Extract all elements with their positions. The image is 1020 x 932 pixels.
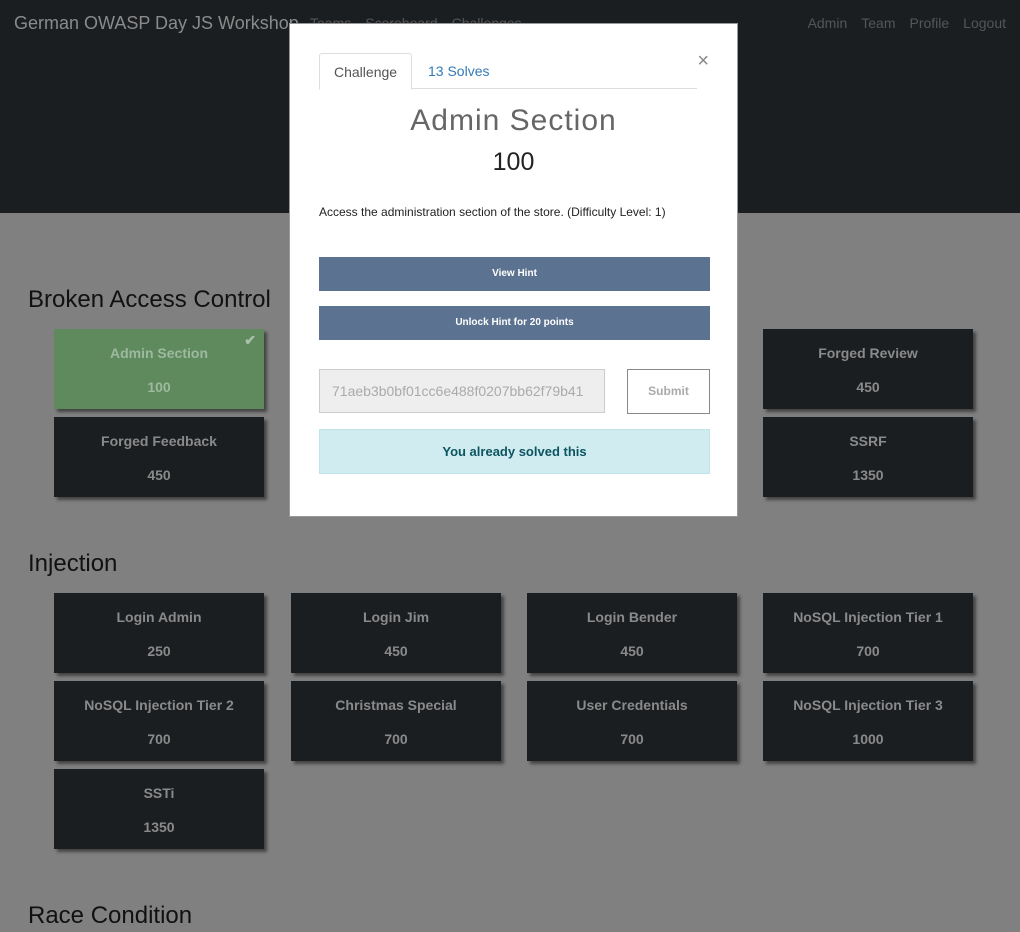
challenge-name: SSRF bbox=[849, 433, 887, 449]
challenge-name: NoSQL Injection Tier 1 bbox=[793, 609, 943, 625]
brand[interactable]: German OWASP Day JS Workshop bbox=[14, 13, 299, 34]
modal-tabs: Challenge 13 Solves bbox=[319, 53, 697, 90]
challenge-points: 450 bbox=[620, 643, 644, 659]
tab-challenge[interactable]: Challenge bbox=[319, 53, 413, 90]
flag-input[interactable]: 71aeb3b0bf01cc6e488f0207bb62f79b41 bbox=[319, 369, 605, 413]
challenge-value: 100 bbox=[492, 148, 535, 176]
challenge-name: NoSQL Injection Tier 3 bbox=[793, 697, 943, 713]
nav-admin[interactable]: Admin bbox=[808, 15, 848, 31]
challenge-name: Admin Section bbox=[109, 345, 208, 361]
challenge-card[interactable]: Admin Section 100 ✔ bbox=[54, 329, 264, 409]
challenge-points: 450 bbox=[147, 467, 171, 483]
challenge-card[interactable]: NoSQL Injection Tier 3 1000 bbox=[763, 681, 973, 761]
challenge-description: Access the administration section of the… bbox=[319, 205, 666, 219]
challenge-name: Login Jim bbox=[362, 609, 430, 625]
challenge-points: 100 bbox=[147, 379, 171, 395]
challenge-card[interactable]: Login Jim 450 bbox=[291, 593, 501, 673]
challenge-card[interactable]: Christmas Special 700 bbox=[291, 681, 501, 761]
challenge-points: 450 bbox=[384, 643, 408, 659]
submit-button[interactable]: Submit bbox=[627, 369, 710, 414]
category-heading: Broken Access Control bbox=[28, 286, 271, 313]
challenge-card[interactable]: SSRF 1350 bbox=[763, 417, 973, 497]
nav-profile[interactable]: Profile bbox=[909, 15, 949, 31]
challenge-name: Login Admin bbox=[116, 609, 202, 625]
challenge-name: NoSQL Injection Tier 2 bbox=[84, 697, 234, 713]
solved-alert: You already solved this bbox=[319, 429, 710, 474]
category-heading: Race Condition bbox=[28, 902, 193, 929]
category-heading: Injection bbox=[28, 550, 118, 577]
tab-solves[interactable]: 13 Solves bbox=[414, 53, 503, 90]
challenge-points: 700 bbox=[620, 731, 644, 747]
view-hint-button[interactable]: View Hint bbox=[319, 257, 710, 291]
challenge-card[interactable]: Forged Review 450 bbox=[763, 329, 973, 409]
challenge-points: 700 bbox=[147, 731, 171, 747]
challenge-modal: Challenge 13 Solves × Admin Section 100 … bbox=[289, 23, 738, 517]
challenge-points: 700 bbox=[384, 731, 408, 747]
nav-logout[interactable]: Logout bbox=[963, 15, 1006, 31]
challenge-points: 250 bbox=[147, 643, 171, 659]
challenge-card[interactable]: NoSQL Injection Tier 2 700 bbox=[54, 681, 264, 761]
challenge-card[interactable]: SSTi 1350 bbox=[54, 769, 264, 849]
challenge-title: Admin Section bbox=[410, 104, 617, 137]
unlock-hint-button[interactable]: Unlock Hint for 20 points bbox=[319, 306, 710, 340]
challenge-card[interactable]: User Credentials 700 bbox=[527, 681, 737, 761]
challenge-name: Login Bender bbox=[586, 609, 678, 625]
challenge-points: 1000 bbox=[852, 731, 884, 747]
challenge-card[interactable]: Login Bender 450 bbox=[527, 593, 737, 673]
challenge-points: 1350 bbox=[852, 467, 884, 483]
challenge-name: Christmas Special bbox=[335, 697, 457, 713]
challenge-name: User Credentials bbox=[576, 697, 688, 713]
close-icon[interactable]: × bbox=[697, 50, 709, 73]
challenge-name: Forged Feedback bbox=[101, 433, 217, 449]
challenge-card[interactable]: Login Admin 250 bbox=[54, 593, 264, 673]
check-icon: ✔ bbox=[244, 332, 256, 348]
challenge-points: 700 bbox=[856, 643, 880, 659]
challenge-card[interactable]: NoSQL Injection Tier 1 700 bbox=[763, 593, 973, 673]
challenge-points: 450 bbox=[856, 379, 880, 395]
challenge-name: Forged Review bbox=[818, 345, 918, 361]
challenge-card[interactable]: Forged Feedback 450 bbox=[54, 417, 264, 497]
nav-team[interactable]: Team bbox=[861, 15, 895, 31]
challenge-name: SSTi bbox=[143, 785, 175, 801]
challenge-points: 1350 bbox=[143, 819, 175, 835]
